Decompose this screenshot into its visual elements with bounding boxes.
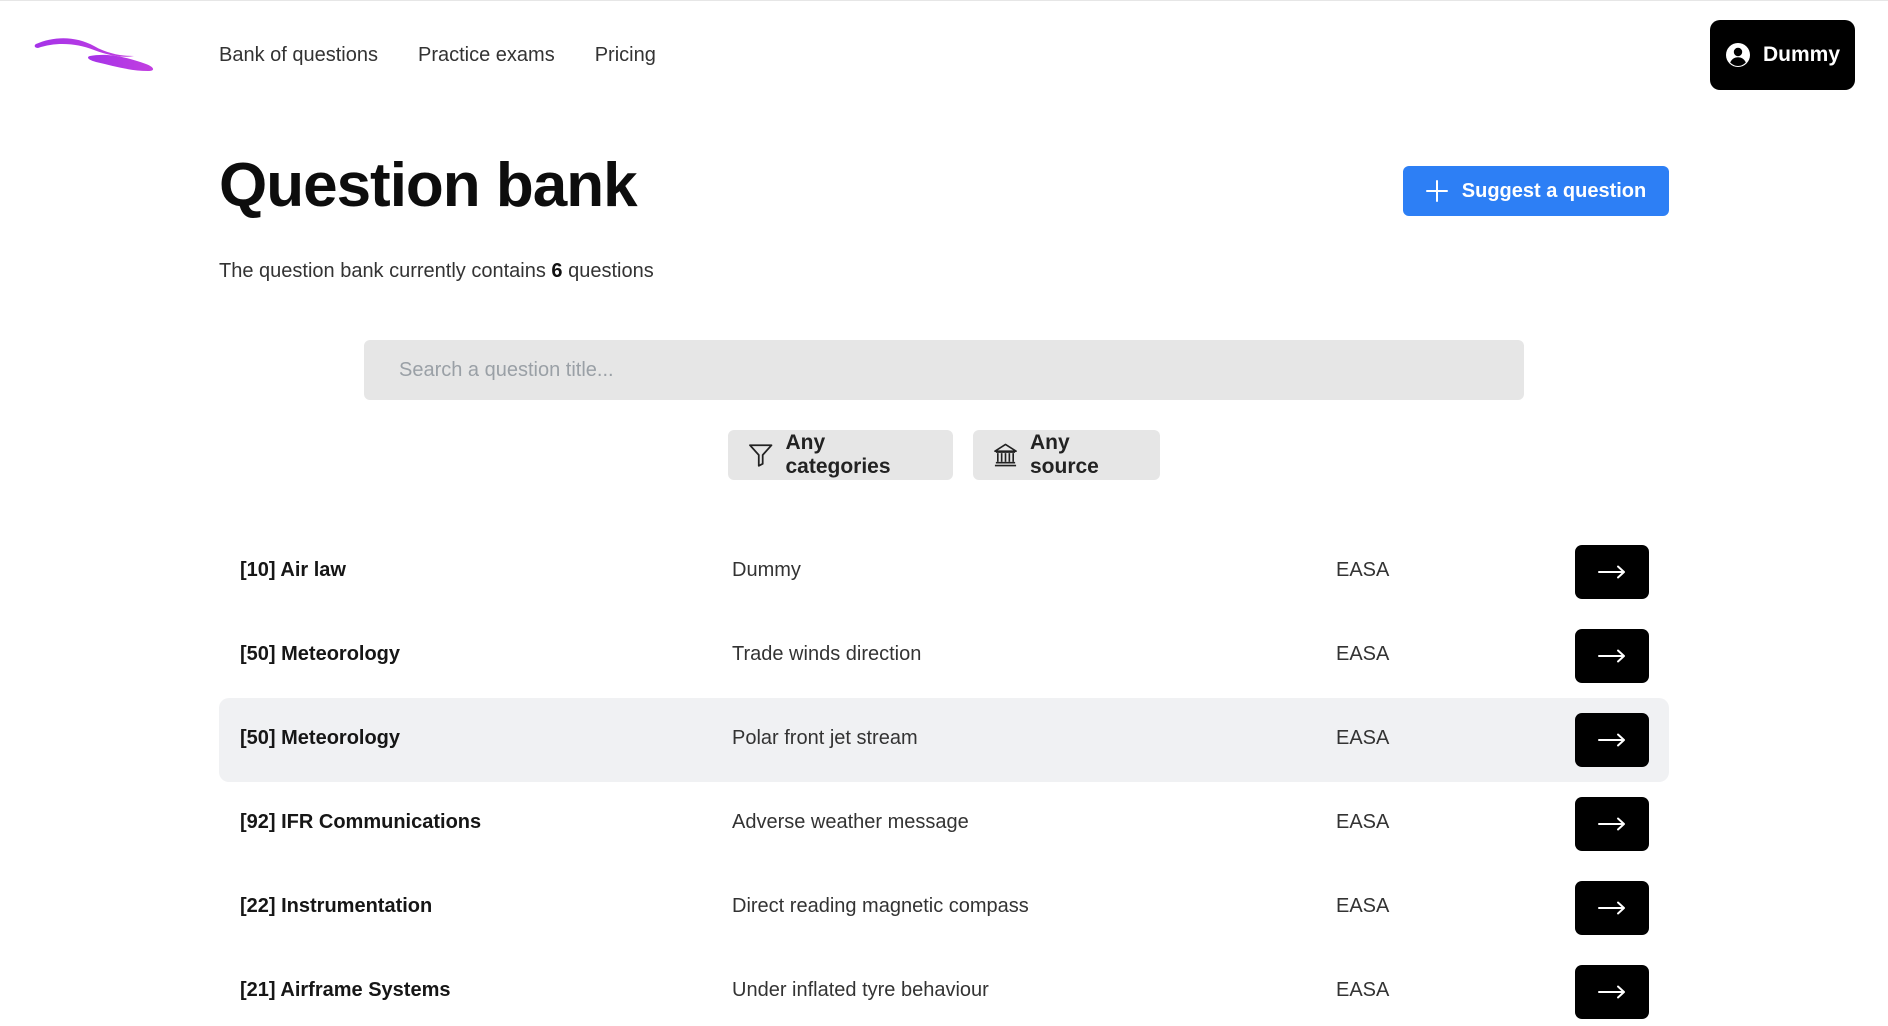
open-question-button[interactable] — [1575, 713, 1649, 767]
source-filter-label: Any source — [1030, 431, 1099, 478]
open-question-button[interactable] — [1575, 881, 1649, 935]
question-title: Polar front jet stream — [732, 727, 918, 749]
question-row[interactable]: [22] Instrumentation Direct reading magn… — [219, 866, 1669, 950]
question-category: [92] IFR Communications — [240, 811, 482, 833]
question-category: [22] Instrumentation — [240, 895, 433, 917]
count-prefix: The question bank currently contains — [219, 260, 546, 282]
open-question-button[interactable] — [1575, 629, 1649, 683]
user-menu-button[interactable]: Dummy — [1710, 20, 1855, 90]
nav-pricing[interactable]: Pricing — [595, 42, 656, 68]
question-row[interactable]: [92] IFR Communications Adverse weather … — [219, 782, 1669, 866]
arrow-right-icon — [1598, 817, 1625, 831]
source-filter-button[interactable]: Any source — [973, 430, 1160, 480]
open-question-button[interactable] — [1575, 545, 1649, 599]
suggest-question-label: Suggest a question — [1461, 179, 1647, 202]
plus-icon — [1425, 180, 1448, 202]
arrow-right-icon — [1598, 901, 1625, 915]
question-title: Adverse weather message — [732, 811, 969, 833]
question-source: EASA — [1336, 811, 1390, 833]
question-source: EASA — [1336, 895, 1390, 917]
categories-filter-button[interactable]: Any categories — [728, 430, 953, 480]
question-title: Under inflated tyre behaviour — [732, 979, 989, 1001]
brand-logo[interactable] — [34, 34, 156, 76]
page-title: Question bank — [219, 151, 638, 220]
arrow-right-icon — [1598, 565, 1625, 579]
question-row[interactable]: [10] Air law Dummy EASA — [219, 530, 1669, 614]
nav-bank-of-questions[interactable]: Bank of questions — [219, 42, 378, 68]
main-nav: Bank of questions Practice exams Pricing — [219, 42, 656, 68]
user-name: Dummy — [1762, 43, 1841, 66]
categories-filter-label: Any categories — [785, 431, 891, 478]
question-row[interactable]: [21] Airframe Systems Under inflated tyr… — [219, 950, 1669, 1026]
funnel-icon — [749, 444, 773, 467]
suggest-question-button[interactable]: Suggest a question — [1403, 166, 1669, 216]
question-category: [50] Meteorology — [240, 727, 401, 749]
question-category: [50] Meteorology — [240, 643, 401, 665]
question-source: EASA — [1336, 979, 1390, 1001]
question-count-text: The question bank currently contains 6 q… — [219, 258, 654, 284]
question-category: [21] Airframe Systems — [240, 979, 451, 1001]
arrow-right-icon — [1598, 733, 1625, 747]
open-question-button[interactable] — [1575, 797, 1649, 851]
top-border — [0, 0, 1888, 1]
open-question-button[interactable] — [1575, 965, 1649, 1019]
question-source: EASA — [1336, 643, 1390, 665]
question-source: EASA — [1336, 727, 1390, 749]
question-category: [10] Air law — [240, 559, 346, 581]
arrow-right-icon — [1598, 649, 1625, 663]
user-circle-icon — [1725, 43, 1750, 67]
question-title: Dummy — [732, 559, 801, 581]
question-row[interactable]: [50] Meteorology Trade winds direction E… — [219, 614, 1669, 698]
question-row-hovered[interactable]: [50] Meteorology Polar front jet stream … — [219, 698, 1669, 782]
count-suffix: questions — [568, 260, 654, 282]
question-count: 6 — [551, 260, 563, 282]
question-list: [10] Air law Dummy EASA [50] Meteorology… — [219, 530, 1669, 1026]
question-title: Direct reading magnetic compass — [732, 895, 1029, 917]
bank-icon — [994, 443, 1017, 467]
nav-practice-exams[interactable]: Practice exams — [418, 42, 555, 68]
question-title: Trade winds direction — [732, 643, 922, 665]
search-input[interactable] — [364, 340, 1524, 400]
question-source: EASA — [1336, 559, 1390, 581]
arrow-right-icon — [1598, 985, 1625, 999]
